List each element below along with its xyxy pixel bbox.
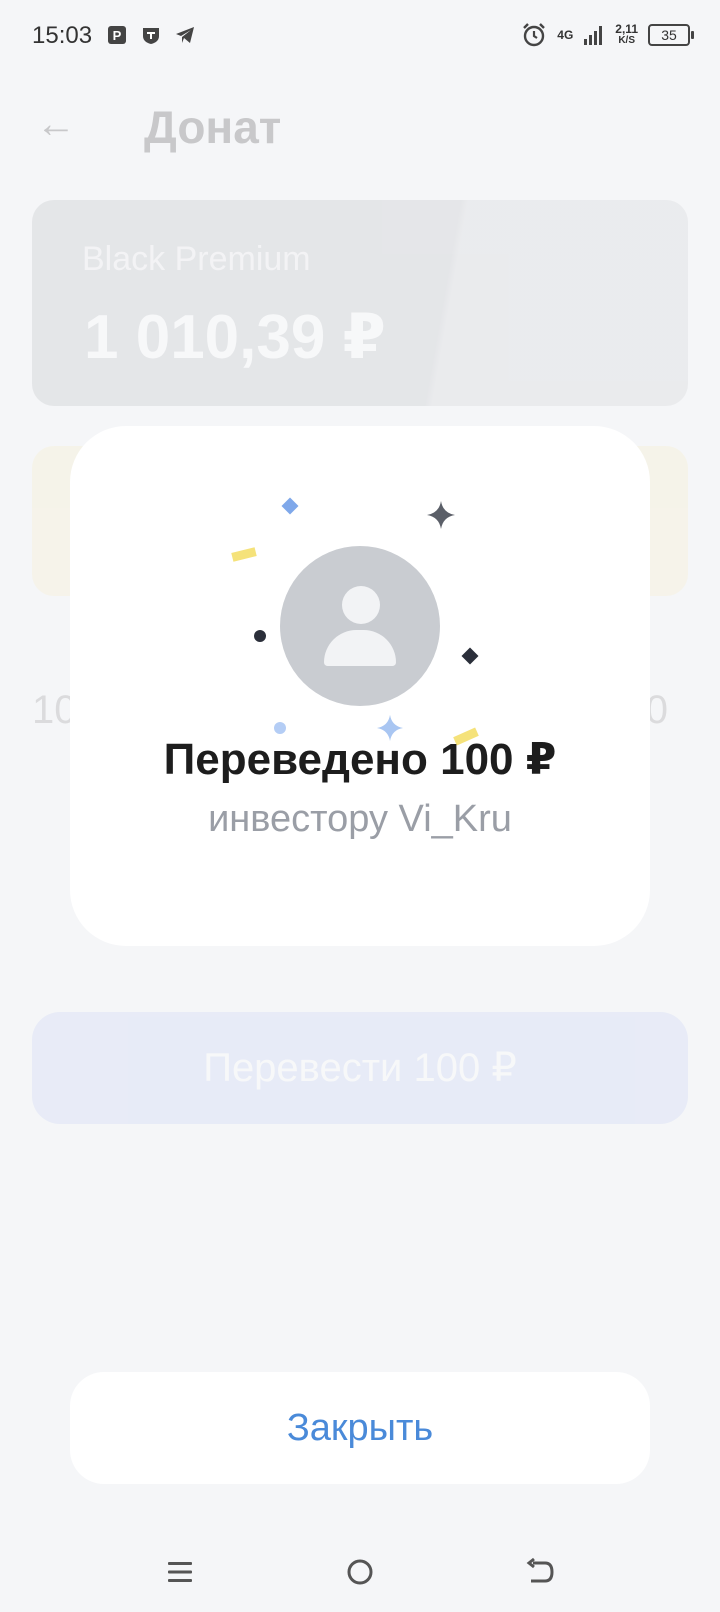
close-button[interactable]: Закрыть: [70, 1372, 650, 1484]
avatar: [280, 546, 440, 706]
confetti-dot: [274, 722, 286, 734]
transfer-button: Перевести 100 ₽: [32, 1012, 688, 1124]
dialog-title: Переведено 100 ₽: [163, 735, 557, 784]
parking-app-icon: P: [108, 26, 126, 44]
back-arrow-icon: ←: [36, 102, 76, 146]
menu-nav-icon[interactable]: [158, 1550, 202, 1594]
alarm-icon: [523, 23, 546, 47]
card-name: Black Premium: [82, 240, 311, 278]
status-right-icons: 4G 2,11 K/S 35: [521, 22, 694, 48]
network-speed: 2,11 K/S: [615, 22, 638, 46]
card-balance: 1 010,39 ₽: [84, 303, 386, 372]
status-bar: 15:03 P 4G 2,11 K/S 35: [0, 0, 720, 72]
navigation-bar: [0, 1536, 720, 1612]
signal-icon: [584, 26, 603, 45]
telegram-icon: [176, 27, 194, 43]
sparkle-icon: [427, 501, 455, 529]
svg-text:P: P: [113, 28, 122, 43]
page-title: Донат: [144, 101, 282, 153]
battery-indicator: 35: [648, 24, 694, 46]
confetti-diamond: [281, 497, 299, 515]
status-left-icons: P: [106, 24, 196, 46]
home-nav-icon[interactable]: [338, 1550, 382, 1594]
confetti-strip: [231, 547, 257, 562]
user-icon: [342, 586, 380, 624]
confetti-dot: [254, 630, 266, 642]
network-type: 4G: [557, 28, 574, 42]
dialog-subtitle: инвестору Vi_Kru: [208, 798, 512, 840]
success-dialog: Переведено 100 ₽ инвестору Vi_Kru: [70, 426, 650, 946]
back-nav-icon[interactable]: [518, 1550, 562, 1594]
confetti-diamond: [461, 647, 479, 665]
account-card: Black Premium 1 010,39 ₽: [32, 200, 688, 406]
shield-app-icon: [143, 28, 159, 44]
header: ← Донат: [0, 72, 720, 182]
status-time: 15:03: [32, 22, 93, 49]
